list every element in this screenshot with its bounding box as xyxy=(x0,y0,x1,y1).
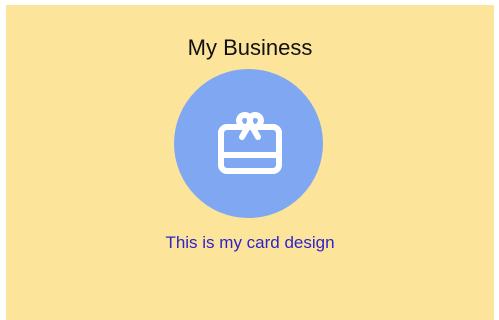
icon-circle xyxy=(174,69,323,218)
card-subtitle: This is my card design xyxy=(165,233,335,252)
card-title: My Business xyxy=(187,35,313,60)
business-card: My Business This is my card design xyxy=(6,5,494,320)
gift-card-icon xyxy=(218,112,282,174)
